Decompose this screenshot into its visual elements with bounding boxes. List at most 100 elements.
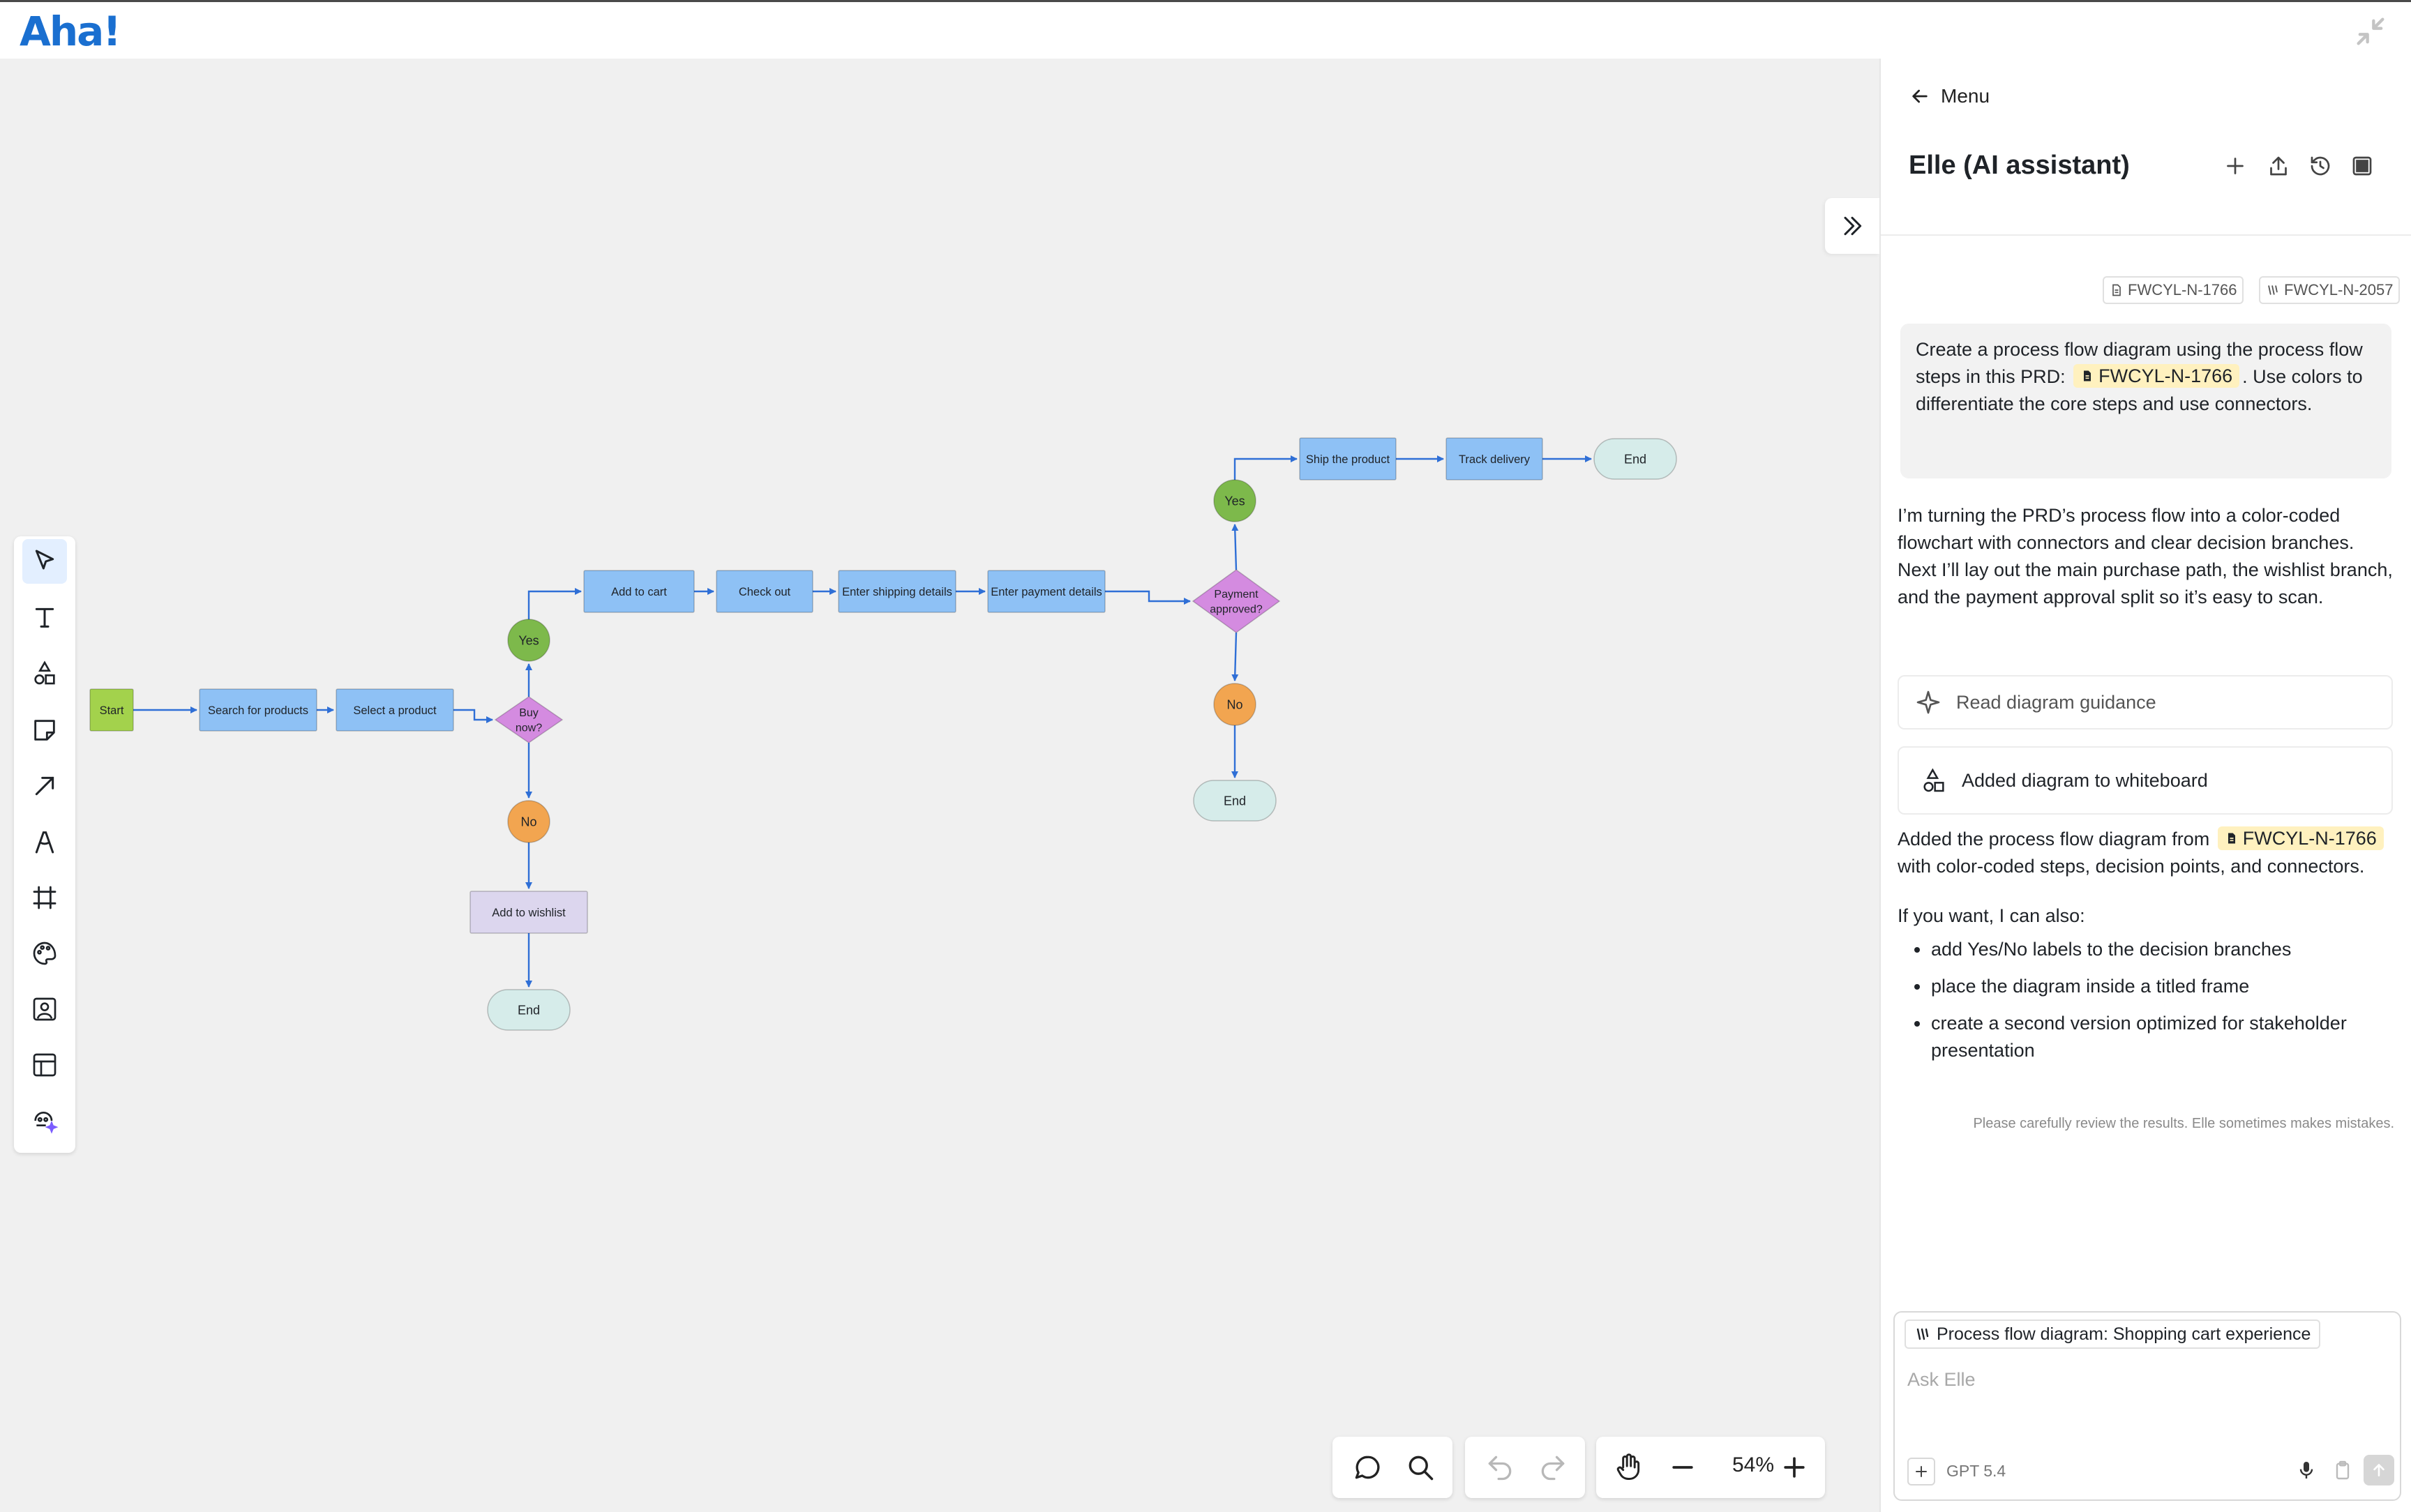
suggestion-item: add Yes/No labels to the decision branch… xyxy=(1898,936,2394,963)
share-button[interactable] xyxy=(2266,153,2294,181)
zoom-level[interactable]: 54% xyxy=(1722,1453,1785,1477)
history-icon xyxy=(2311,156,2330,176)
share-icon xyxy=(2270,156,2287,176)
ref-chip-2[interactable]: FWCYL-N-2057 xyxy=(2259,276,2401,304)
comment-button[interactable] xyxy=(1349,1449,1385,1485)
clipboard-button[interactable] xyxy=(2331,1459,2357,1484)
frame-icon xyxy=(33,886,57,909)
redo-button[interactable] xyxy=(1535,1449,1571,1485)
pen-tool[interactable] xyxy=(22,819,67,864)
node-no1[interactable]: No xyxy=(507,800,550,843)
attach-button[interactable] xyxy=(1907,1458,1935,1485)
panel-layout-button[interactable] xyxy=(2350,153,2378,181)
microphone-button[interactable] xyxy=(2295,1459,2320,1484)
node-ship[interactable]: Ship the product xyxy=(1299,437,1397,481)
node-approved-label: approved? xyxy=(1210,603,1263,615)
connector-approved-yes2[interactable] xyxy=(1231,524,1239,570)
added-diagram-card[interactable]: Added diagram to whiteboard xyxy=(1898,746,2393,815)
node-end3[interactable]: End xyxy=(1593,438,1677,480)
node-cart-label: Add to cart xyxy=(611,586,667,598)
new-chat-button[interactable] xyxy=(2223,153,2251,181)
document-icon xyxy=(2112,284,2121,296)
inline-ref-chip[interactable]: FWCYL-N-1766 xyxy=(2073,364,2240,388)
undo-button[interactable] xyxy=(1482,1449,1518,1485)
pan-button[interactable] xyxy=(1610,1449,1646,1485)
ai-tool[interactable] xyxy=(22,1098,67,1143)
zoom-in-button[interactable] xyxy=(1776,1449,1812,1485)
node-yes1[interactable]: Yes xyxy=(507,619,550,662)
aha-logo[interactable]: Aha! xyxy=(20,8,121,55)
sticky-note-icon xyxy=(34,720,55,741)
shapes-tool[interactable] xyxy=(22,651,67,695)
connector-approved-no2[interactable] xyxy=(1231,632,1239,681)
arrow-left-icon xyxy=(1912,89,1928,103)
chat-input-box: Process flow diagram: Shopping cart expe… xyxy=(1893,1311,2401,1501)
template-tool[interactable] xyxy=(22,1043,67,1087)
menu-back-link[interactable]: Menu xyxy=(1909,85,1990,107)
image-tool[interactable] xyxy=(22,987,67,1031)
node-start-label: Start xyxy=(100,704,124,717)
node-track-label: Track delivery xyxy=(1459,453,1531,466)
whiteboard-canvas[interactable]: Start Search for products Select a product… xyxy=(0,59,1879,1512)
shapes-icon xyxy=(1923,768,1944,792)
clipboard-icon xyxy=(2336,1460,2350,1480)
plus-icon xyxy=(1916,1466,1927,1477)
node-cart[interactable]: Add to cart xyxy=(583,570,695,613)
connector-payment-approved[interactable] xyxy=(1105,590,1191,605)
node-payment[interactable]: Enter payment details xyxy=(987,570,1106,613)
assistant-message-result: Added the process flow diagram from FWCY… xyxy=(1898,826,2394,880)
connector-tool[interactable] xyxy=(22,764,67,808)
double-chevron-right-icon xyxy=(1844,216,1862,236)
menu-label: Menu xyxy=(1941,85,1990,107)
node-wishlist[interactable]: Add to wishlist xyxy=(470,891,588,934)
node-shipping-label: Enter shipping details xyxy=(842,586,952,598)
node-end2[interactable]: End xyxy=(1193,780,1277,822)
node-start[interactable]: Start xyxy=(89,688,134,732)
node-end1[interactable]: End xyxy=(487,989,571,1031)
select-tool[interactable] xyxy=(22,539,67,584)
collapse-icon[interactable] xyxy=(2352,13,2389,50)
node-approved[interactable]: Payment approved? xyxy=(1192,569,1281,633)
text-tool[interactable] xyxy=(22,595,67,640)
node-no2[interactable]: No xyxy=(1213,683,1256,726)
node-yes2[interactable]: Yes xyxy=(1213,479,1256,522)
history-button[interactable] xyxy=(2308,153,2336,181)
read-guidance-card[interactable]: Read diagram guidance xyxy=(1898,675,2393,729)
ask-elle-input[interactable] xyxy=(1907,1366,2389,1393)
node-checkout[interactable]: Check out xyxy=(716,570,813,613)
panel-toggle-button[interactable] xyxy=(1825,198,1879,254)
node-search[interactable]: Search for products xyxy=(199,688,317,732)
model-selector[interactable]: GPT 5.4 xyxy=(1946,1462,2006,1481)
node-payment-label: Enter payment details xyxy=(991,586,1102,598)
zoom-out-button[interactable] xyxy=(1665,1449,1701,1485)
inline-ref-chip[interactable]: FWCYL-N-1766 xyxy=(2217,826,2384,850)
node-wishlist-label: Add to wishlist xyxy=(492,907,566,919)
frame-tool[interactable] xyxy=(22,875,67,920)
ref-chip-1[interactable]: FWCYL-N-1766 xyxy=(2103,276,2244,304)
document-icon xyxy=(2228,833,2235,844)
send-button[interactable] xyxy=(2364,1455,2394,1485)
node-shipping[interactable]: Enter shipping details xyxy=(838,570,956,613)
node-select[interactable]: Select a product xyxy=(336,688,454,732)
sticky-note-tool[interactable] xyxy=(22,708,67,753)
panel-icon xyxy=(2352,156,2372,176)
node-buy[interactable]: Buy now? xyxy=(494,696,564,743)
user-message: Create a process flow diagram using the … xyxy=(1900,324,2391,478)
context-chip[interactable]: Process flow diagram: Shopping cart expe… xyxy=(1905,1320,2321,1349)
assistant-message: I’m turning the PRD’s process flow into … xyxy=(1898,505,2393,607)
microphone-icon xyxy=(2299,1462,2313,1479)
connector-yes2-ship[interactable] xyxy=(1233,455,1298,480)
node-track[interactable]: Track delivery xyxy=(1445,437,1543,481)
node-ship-label: Ship the product xyxy=(1306,453,1390,466)
palette-tool[interactable] xyxy=(22,931,67,976)
process-flow-diagram[interactable]: Start Search for products Select a product… xyxy=(0,59,1879,1512)
connector-yes1-cart[interactable] xyxy=(527,588,582,619)
node-no1-label: No xyxy=(520,815,536,829)
whiteboard-icon xyxy=(1916,1328,1929,1340)
image-icon xyxy=(33,997,57,1021)
search-button[interactable] xyxy=(1402,1449,1439,1485)
suggestion-item: place the diagram inside a titled frame xyxy=(1898,973,2394,1000)
top-bar: Aha! xyxy=(0,0,2411,59)
document-icon xyxy=(2084,370,2091,381)
connector-select-buy[interactable] xyxy=(453,709,493,723)
